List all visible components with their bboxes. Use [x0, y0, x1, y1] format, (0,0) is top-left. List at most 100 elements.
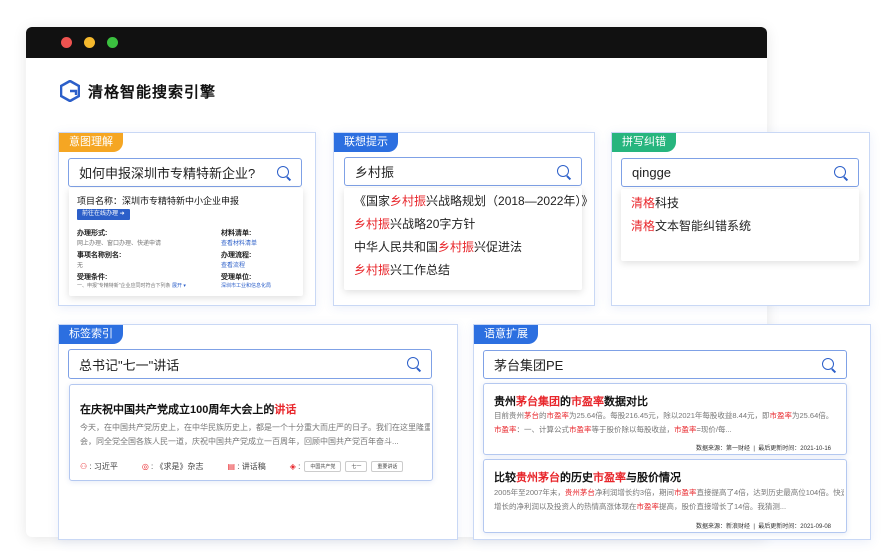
tagidx-search-query: 总书记"七一"讲话: [79, 357, 180, 373]
brand-name: 清格智能搜索引擎: [88, 83, 217, 101]
highlight-text: 茅台集团: [516, 396, 560, 408]
field-process: 办理流程: 查看流程: [221, 252, 252, 269]
expand-link[interactable]: 展开 ▾: [172, 283, 186, 289]
text-segment: 等于股价除以每股收益，: [591, 425, 675, 434]
intent-search-input[interactable]: 如何申报深圳市专精特新企业?: [68, 158, 302, 187]
result-source: 数据来源：新浪财经 | 最后更新时间：2021-09-08: [696, 524, 831, 530]
field-unit: 受理单位: 深圳市工业和信息化局: [221, 274, 272, 289]
source-icon: ◎: [141, 462, 149, 471]
text-segment: 比较: [494, 472, 516, 484]
suggestion-item[interactable]: 清格文本智能纠错系统: [621, 215, 859, 238]
result-snippet: 2005年至2007年末，贵州茅台净利润增长约3倍，期间市盈率直接提高了4倍，达…: [494, 486, 844, 514]
text-segment: 为25.64倍。: [792, 411, 834, 420]
text-segment: 贵州: [494, 396, 516, 408]
field-form: 办理形式: 网上办理、窗口办理、快递申请: [77, 230, 162, 247]
highlight-text: 市盈率: [569, 425, 592, 434]
text-segment: 的: [539, 411, 547, 420]
highlight-text: 贵州茅台: [516, 472, 560, 484]
intent-tag: 意图理解: [59, 133, 123, 152]
search-icon[interactable]: [277, 165, 291, 180]
result-title: 比较贵州茅台的历史市盈率与股价情况: [494, 469, 681, 485]
tagidx-search-input[interactable]: 总书记"七一"讲话: [68, 349, 432, 379]
text-segment: 直接提高了4倍，达到历史最高位104倍。快速: [696, 488, 844, 497]
project-title: 项目名称：深圳市专精特新中小企业申报: [77, 196, 240, 206]
intent-panel: 意图理解 如何申报深圳市专精特新企业? 项目名称：深圳市专精特新中小企业申报 前…: [58, 132, 316, 306]
person-icon: ⚇: [80, 462, 88, 471]
spell-search-input[interactable]: qingge: [621, 158, 859, 187]
highlight-text: 市盈率: [593, 472, 626, 484]
result-source: 数据来源：第一财经 | 最后更新时间：2021-10-16: [696, 446, 831, 452]
close-window-button[interactable]: [61, 37, 72, 48]
text-segment: 数据对比: [604, 396, 648, 408]
highlight-text: 市盈率: [494, 425, 517, 434]
suggestion-item[interactable]: 清格科技: [621, 192, 859, 215]
suggestion-item[interactable]: 《国家乡村振兴战略规划（2018—2022年）》: [344, 190, 593, 213]
tagidx-result-card[interactable]: 在庆祝中国共产党成立100周年大会上的讲话 今天，在中国共产党历史上，在中华民族…: [69, 384, 433, 481]
suggestion-item[interactable]: 乡村振兴战略20字方针: [344, 213, 582, 236]
text-segment: 2005年至2007年末，: [494, 488, 565, 497]
semantic-panel: 语意扩展 茅台集团PE 贵州茅台集团的市盈率数据对比 目前贵州茅台的市盈率为25…: [473, 324, 871, 540]
field-alias: 事项名称别名: 无: [77, 252, 122, 269]
assoc-search-query: 乡村振: [355, 165, 395, 180]
handle-online-button[interactable]: 前往在线办理 ➜: [77, 209, 130, 220]
tagidx-tag: 标签索引: [59, 325, 123, 344]
logo-icon: [60, 80, 80, 102]
tag-chip[interactable]: 七一: [345, 461, 368, 472]
suggestion-item[interactable]: 中华人民共和国乡村振兴促进法: [344, 236, 582, 259]
maximize-window-button[interactable]: [107, 37, 118, 48]
field-condition: 受理条件: 一、申报"专精特新"企业应同时符合下列条 展开 ▾: [77, 274, 186, 289]
highlight-text: 市盈率: [674, 425, 697, 434]
result-meta: ⚇ : 习近平 ◎ : 《求是》杂志 ▤ : 讲话稿 ◈ : 中国共产党 七一 …: [80, 461, 404, 472]
text-segment: ：一、计算公式: [516, 425, 570, 434]
tag-icon: ◈: [289, 462, 296, 471]
semantic-result-card[interactable]: 比较贵州茅台的历史市盈率与股价情况 2005年至2007年末，贵州茅台净利润增长…: [483, 459, 847, 533]
tag-chip[interactable]: 中国共产党: [304, 461, 342, 472]
assoc-tag: 联想提示: [334, 133, 398, 152]
spell-tag: 拼写纠错: [612, 133, 676, 152]
tagidx-panel: 标签索引 总书记"七一"讲话 在庆祝中国共产党成立100周年大会上的讲话 今天，…: [58, 324, 458, 540]
text-segment: 的历史: [560, 472, 593, 484]
result-snippet: 目前贵州茅台的市盈率为25.64倍。每股216.45元，除以2021年每股收益8…: [494, 409, 844, 437]
result-title: 贵州茅台集团的市盈率数据对比: [494, 393, 648, 409]
document-icon: ▤: [227, 462, 236, 471]
semantic-result-card[interactable]: 贵州茅台集团的市盈率数据对比 目前贵州茅台的市盈率为25.64倍。每股216.4…: [483, 383, 847, 455]
search-icon[interactable]: [407, 357, 421, 371]
semantic-tag: 语意扩展: [474, 325, 538, 344]
highlight-text: 贵州茅台: [564, 488, 595, 497]
intent-result-card: 项目名称：深圳市专精特新中小企业申报 前往在线办理 ➜ 办理形式: 网上办理、窗…: [69, 188, 303, 296]
spell-panel: 拼写纠错 qingge 清格科技 清格文本智能纠错系统: [611, 132, 870, 306]
text-segment: 提高，股价直接增长了14倍。我猜测...: [659, 502, 787, 511]
intent-search-query: 如何申报深圳市专精特新企业?: [79, 166, 256, 181]
search-icon[interactable]: [822, 357, 836, 372]
spell-suggestion-list: 清格科技 清格文本智能纠错系统: [621, 189, 859, 261]
brand: 清格智能搜索引擎: [60, 80, 216, 102]
highlight-text: 市盈率: [546, 411, 570, 420]
assoc-suggestion-list: 《国家乡村振兴战略规划（2018—2022年）》 乡村振兴战略20字方针 中华人…: [344, 188, 593, 290]
search-icon[interactable]: [557, 164, 571, 179]
text-segment: 目前贵州: [494, 411, 524, 420]
text-segment: 的: [560, 396, 571, 408]
highlight-text: 市盈率: [674, 488, 697, 497]
result-title: 在庆祝中国共产党成立100周年大会上的讲话: [80, 404, 297, 416]
text-segment: 为25.64倍。每股216.45元，除以2021年每股收益8.44元，即: [569, 411, 770, 420]
highlight-text: 市盈率: [769, 411, 793, 420]
assoc-panel: 联想提示 乡村振 《国家乡村振兴战略规划（2018—2022年）》 乡村振兴战略…: [333, 132, 595, 306]
highlight-text: 市盈率: [571, 396, 604, 408]
text-segment: 与股价情况: [626, 472, 681, 484]
text-segment: 净利润增长约3倍，期间: [594, 488, 675, 497]
spell-search-query: qingge: [632, 165, 672, 180]
text-segment: =现价/每...: [696, 425, 732, 434]
tag-chip[interactable]: 重要讲话: [371, 461, 404, 472]
title-bar: [26, 27, 767, 58]
search-icon[interactable]: [834, 165, 848, 180]
semantic-search-query: 茅台集团PE: [494, 358, 564, 373]
minimize-window-button[interactable]: [84, 37, 95, 48]
highlight-text: 茅台: [524, 411, 539, 420]
field-materials: 材料清单: 查看材料清单: [221, 230, 258, 247]
left-fields: 办理形式: 网上办理、窗口办理、快递申请 事项名称别名: 无 受理条件: 一、申…: [77, 228, 217, 289]
result-snippet: 今天，在中国共产党历史上，在中华民族历史上，都是一个十分重大而庄严的日子。我们在…: [80, 423, 430, 446]
suggestion-item[interactable]: 乡村振兴工作总结: [344, 259, 582, 282]
semantic-search-input[interactable]: 茅台集团PE: [483, 350, 847, 379]
assoc-search-input[interactable]: 乡村振: [344, 157, 582, 186]
right-fields: 材料清单: 查看材料清单 办理流程: 查看流程 受理单位: 深圳市工业和信息化局: [221, 228, 301, 289]
